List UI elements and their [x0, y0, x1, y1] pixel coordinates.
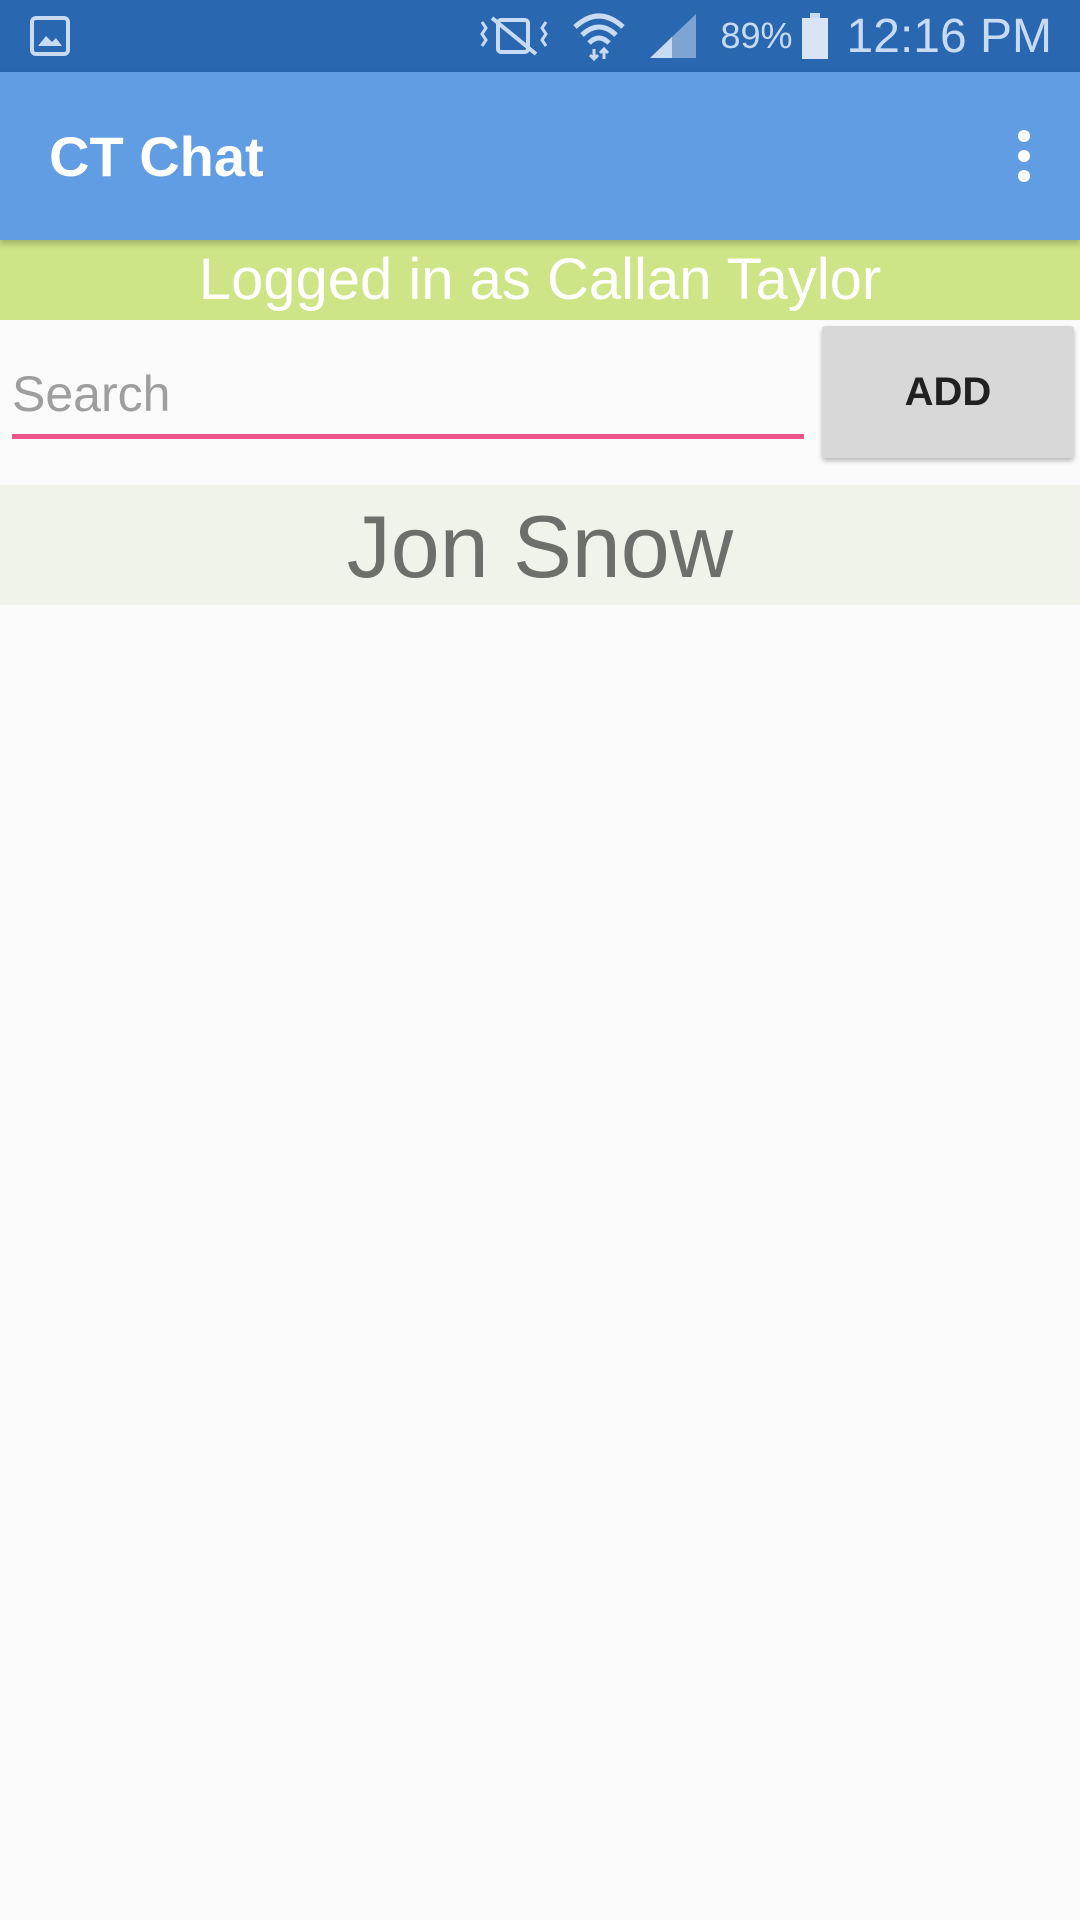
- status-icons: 89% 12:16 PM: [478, 0, 1052, 72]
- search-underline: [12, 434, 804, 439]
- search-input[interactable]: [12, 360, 804, 428]
- login-banner: Logged in as Callan Taylor: [0, 240, 1080, 320]
- contact-item[interactable]: Jon Snow: [0, 485, 1080, 605]
- wifi-icon: [572, 12, 626, 61]
- signal-icon: [648, 12, 698, 60]
- overflow-menu-icon[interactable]: [1000, 128, 1048, 184]
- search-row: ADD: [0, 320, 1080, 470]
- add-button[interactable]: ADD: [822, 326, 1074, 458]
- contact-list: Jon Snow: [0, 485, 1080, 605]
- app-bar: CT Chat: [0, 72, 1080, 240]
- status-clock: 12:16 PM: [846, 9, 1052, 63]
- status-bar: 89% 12:16 PM: [0, 0, 1080, 72]
- battery-icon: [801, 12, 829, 60]
- gallery-notification-icon: [30, 16, 70, 56]
- vibrate-icon: [478, 12, 550, 60]
- app-title: CT Chat: [49, 125, 264, 188]
- battery-percent: 89%: [720, 15, 793, 56]
